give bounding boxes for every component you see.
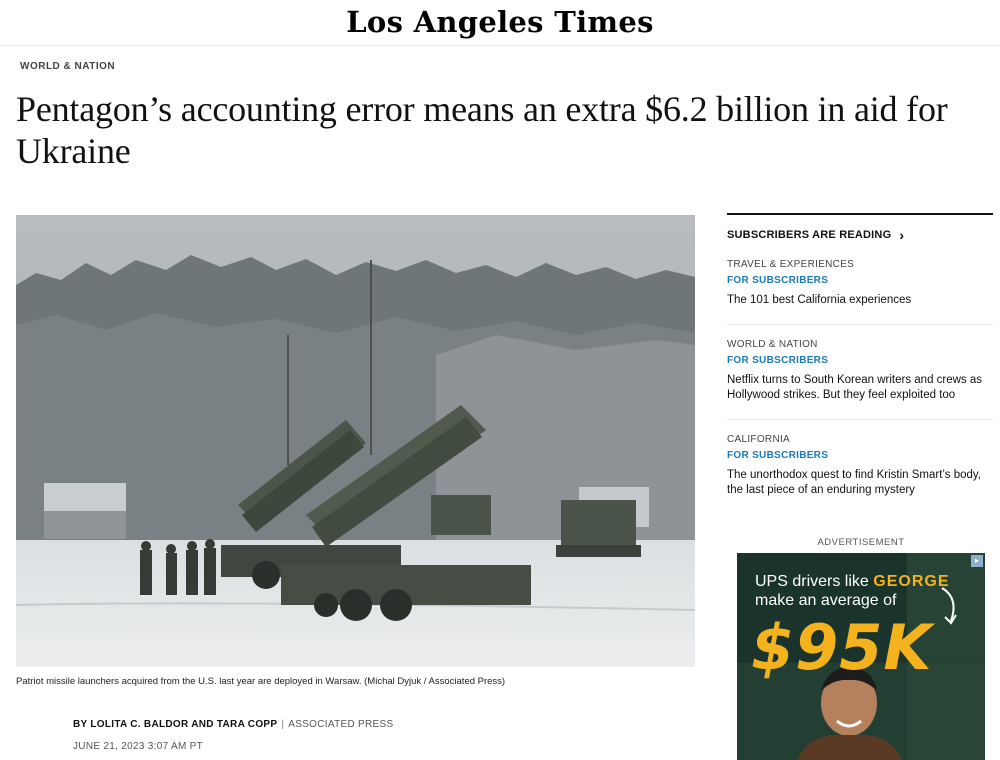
masthead: Los Angeles Times (0, 0, 1000, 46)
rail-item-badge: FOR SUBSCRIBERS (727, 275, 829, 286)
byline-separator: | (281, 719, 285, 730)
rail-item[interactable]: TRAVEL & EXPERIENCES FOR SUBSCRIBERS The… (727, 259, 993, 325)
subscribers-reading-rail: SUBSCRIBERS ARE READING › TRAVEL & EXPER… (727, 213, 993, 514)
ad-line-1: UPS drivers like GEORGE (755, 573, 949, 591)
byline-authors[interactable]: BY LOLITA C. BALDOR AND TARA COPP (73, 719, 277, 730)
chevron-right-icon: › (899, 227, 905, 243)
advertisement-banner[interactable]: ▸ UPS drivers like GEORGE make an averag… (737, 553, 985, 760)
rail-item-category[interactable]: CALIFORNIA (727, 434, 993, 445)
rail-item-category[interactable]: WORLD & NATION (727, 339, 993, 350)
article-photo (16, 215, 695, 667)
article-headline: Pentagon’s accounting error means an ext… (16, 89, 948, 171)
ad-amount: $95K (751, 611, 933, 684)
rail-item[interactable]: CALIFORNIA FOR SUBSCRIBERS The unorthodo… (727, 434, 993, 514)
rail-header[interactable]: SUBSCRIBERS ARE READING › (727, 227, 993, 243)
rail-item-badge: FOR SUBSCRIBERS (727, 450, 829, 461)
rail-item-title[interactable]: The unorthodox quest to find Kristin Sma… (727, 468, 993, 498)
rail-item-category[interactable]: TRAVEL & EXPERIENCES (727, 259, 993, 270)
ad-line-2: make an average of (755, 592, 897, 609)
patriot-launchers-photo-icon (16, 215, 695, 667)
rail-item[interactable]: WORLD & NATION FOR SUBSCRIBERS Netflix t… (727, 339, 993, 420)
adchoices-icon[interactable]: ▸ (971, 555, 983, 567)
rail-item-badge: FOR SUBSCRIBERS (727, 355, 829, 366)
section-label[interactable]: WORLD & NATION (20, 61, 115, 72)
ad-driver-name: GEORGE (873, 573, 950, 590)
site-logo[interactable]: Los Angeles Times (0, 0, 1000, 44)
byline-agency: ASSOCIATED PRESS (288, 719, 394, 730)
advertisement-label: ADVERTISEMENT (817, 537, 905, 548)
byline: BY LOLITA C. BALDOR AND TARA COPP | ASSOCI… (73, 719, 393, 730)
publish-date: JUNE 21, 2023 3:07 AM PT (73, 741, 204, 752)
rail-header-label: SUBSCRIBERS ARE READING (727, 229, 892, 241)
rail-item-title[interactable]: The 101 best California experiences (727, 293, 993, 308)
ad-line-1-prefix: UPS drivers like (755, 573, 874, 590)
rail-item-title[interactable]: Netflix turns to South Korean writers an… (727, 373, 993, 403)
photo-caption: Patriot missile launchers acquired from … (16, 676, 506, 687)
